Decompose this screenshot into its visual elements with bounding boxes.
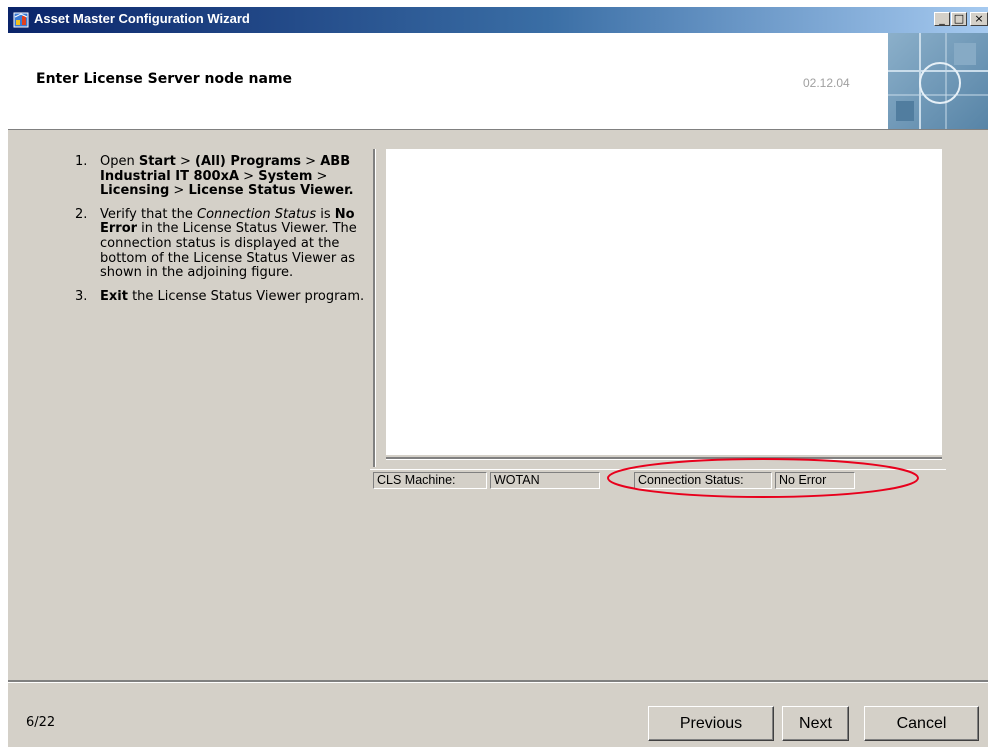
instruction-step: 3. Exit the License Status Viewer program… [60,288,370,305]
step-text: > [175,154,196,169]
title-bar[interactable]: Asset Master Configuration Wizard _ □ × [8,7,988,33]
minimize-icon: _ [939,12,945,25]
step-text: > [169,183,189,199]
previous-button[interactable]: Previous [648,706,774,741]
version-date: 02.12.04 [803,76,850,90]
cancel-button[interactable]: Cancel [864,706,979,741]
instruction-step: 2. Verify that the Connection Status is N… [60,206,370,281]
step-number: 2. [75,206,88,222]
next-button[interactable]: Next [782,706,849,741]
step-text: Verify that the [100,206,198,222]
step-number: 3. [75,288,88,304]
window-title: Asset Master Configuration Wizard [34,11,250,26]
step-text: > [301,154,321,169]
page-title: Enter License Server node name [36,71,293,87]
connection-status-value: No Error [775,472,855,489]
step-number: 1. [75,154,88,169]
connection-status-label: Connection Status: [634,472,772,489]
step-text: Open [100,154,139,169]
close-button[interactable]: × [970,12,988,26]
cls-machine-label: CLS Machine: [373,472,487,489]
wizard-header: Enter License Server node name 02.12.04 [8,33,988,130]
figure-content-area [386,149,942,455]
figure-divider-horizontal [386,457,942,460]
step-text: Start [138,154,176,169]
wizard-window: Asset Master Configuration Wizard _ □ × … [8,7,988,747]
step-text: Exit [100,288,128,304]
maximize-button[interactable]: □ [951,12,967,26]
step-text: Connection Status [197,206,317,222]
step-text: the License Status Viewer program. [127,288,365,304]
step-text: System [258,168,313,184]
license-viewer-figure: CLS Machine: WOTAN Connection Status: No… [370,149,950,509]
close-icon: × [974,12,984,25]
step-text: in the License Status Viewer. The connec… [100,221,357,281]
footer-divider [8,680,988,683]
figure-status-bar: CLS Machine: WOTAN Connection Status: No… [370,469,946,492]
step-text: > [239,168,259,184]
page-indicator: 6/22 [26,715,56,730]
step-text: (All) Programs [195,154,302,169]
instruction-list: 1. Open Start > (All) Programs > ABB Indu… [60,154,370,313]
instruction-step: 1. Open Start > (All) Programs > ABB Indu… [60,154,370,199]
app-icon [13,12,29,28]
header-logo-graphic [888,33,988,129]
figure-divider-vertical [373,149,376,467]
cls-machine-value: WOTAN [490,472,600,489]
minimize-button[interactable]: _ [934,12,950,26]
step-text: Licensing [100,183,170,199]
step-text: is [316,206,335,222]
step-text: License Status Viewer. [188,183,354,199]
maximize-icon: □ [953,12,965,25]
step-text: > [312,168,328,184]
